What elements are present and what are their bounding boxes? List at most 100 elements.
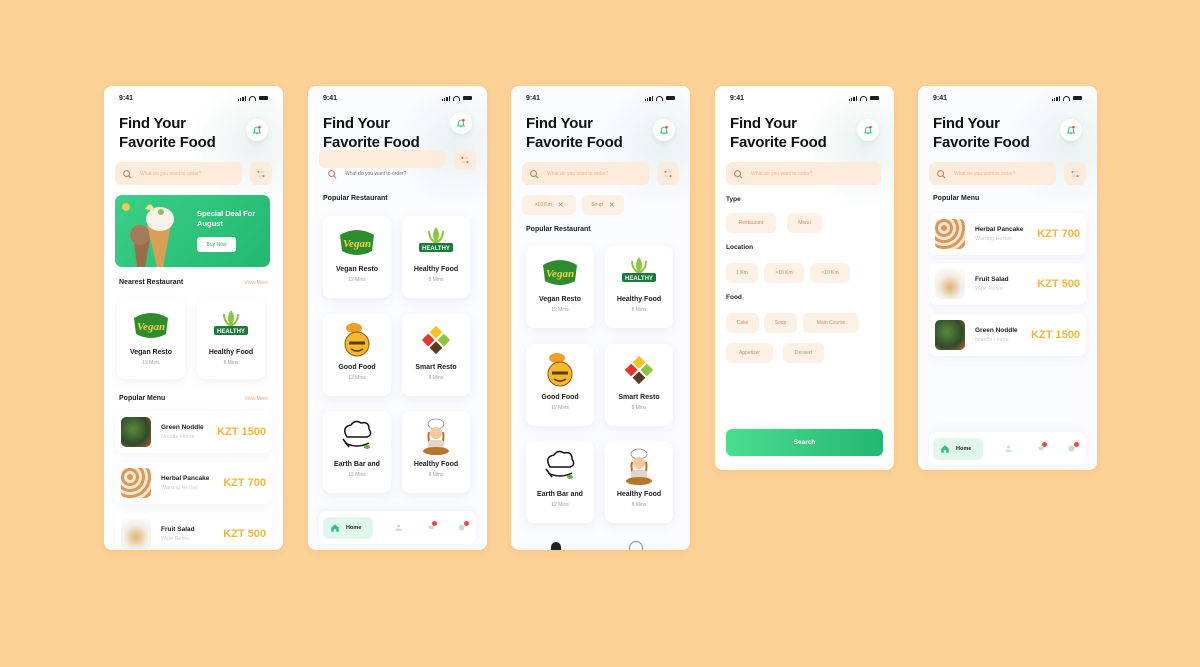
- menu-item[interactable]: Fruit Salad Wijie Resto KZT 500: [929, 263, 1086, 305]
- section-title: Popular Restaurant: [526, 226, 591, 233]
- restaurant-card[interactable]: Smart Resto 8 Mins: [605, 344, 673, 426]
- active-filter-chip[interactable]: >10 Km ✕: [522, 195, 576, 215]
- nav-cart[interactable]: [424, 520, 438, 534]
- view-more-link[interactable]: View More: [244, 280, 268, 286]
- status-bar: 9:41: [933, 93, 1082, 103]
- restaurant-card[interactable]: Vegan Vegan Resto 12 Mins: [117, 299, 185, 379]
- location-label: Location: [726, 244, 754, 251]
- system-icons: [644, 95, 675, 101]
- search-bar[interactable]: [929, 162, 1056, 185]
- restaurant-card[interactable]: Healthy Food 8 Mins: [402, 411, 470, 493]
- nav-profile[interactable]: [1003, 443, 1015, 455]
- fruit-salad-image: [121, 519, 151, 549]
- page-title: Find Your Favorite Food: [933, 114, 1030, 152]
- signal-icon: [237, 95, 246, 101]
- section-title: Popular Menu: [119, 395, 166, 402]
- filter-option-chip[interactable]: Appetizer: [726, 343, 773, 363]
- chip-label: Menu: [798, 220, 811, 226]
- menu-item[interactable]: Fruit Salad Wijie Resto KZT 500: [115, 513, 272, 550]
- svg-text:HEALTHY: HEALTHY: [217, 329, 245, 335]
- filter-button[interactable]: [657, 162, 679, 185]
- chat-badge: [463, 520, 469, 526]
- title-line-1: Find Your: [119, 115, 186, 132]
- promo-banner[interactable]: Special Deal For August Buy Now: [115, 195, 270, 267]
- status-time: 9:41: [730, 94, 745, 102]
- partial-card-row: [629, 541, 643, 550]
- search-input[interactable]: [954, 170, 1044, 177]
- nav-chat[interactable]: [456, 520, 469, 534]
- nav-home[interactable]: Home: [933, 437, 983, 460]
- search-bar[interactable]: [726, 162, 881, 185]
- search-bar[interactable]: [115, 162, 242, 185]
- menu-item-price: KZT 1500: [217, 426, 266, 438]
- restaurant-card[interactable]: Good Food 12 Mins: [323, 314, 391, 396]
- profile-icon: [1004, 444, 1013, 453]
- delivery-time: 12 Mins: [551, 405, 569, 411]
- notification-button[interactable]: [653, 119, 675, 141]
- nav-home[interactable]: Home: [323, 516, 373, 539]
- delivery-time: 12 Mins: [551, 502, 569, 508]
- search-row[interactable]: [327, 169, 445, 179]
- filter-option-chip[interactable]: <10 Km: [810, 263, 850, 283]
- restaurant-card[interactable]: Healthy Food 8 Mins: [605, 441, 673, 523]
- active-filter-chip[interactable]: Soup ✕: [582, 195, 624, 215]
- menu-item-place: Warung Herbal: [975, 236, 1012, 242]
- svg-text:Vegan: Vegan: [343, 238, 371, 250]
- system-icons: [441, 95, 472, 101]
- filter-option-chip[interactable]: Main Course: [803, 313, 859, 333]
- search-input[interactable]: [140, 170, 230, 177]
- notification-button[interactable]: [1060, 119, 1082, 141]
- filter-option-chip[interactable]: Restaurant: [726, 213, 776, 233]
- restaurant-card[interactable]: Smart Resto 8 Mins: [402, 314, 470, 396]
- search-input[interactable]: [751, 170, 841, 177]
- restaurant-card[interactable]: Good Food 12 Mins: [526, 344, 594, 426]
- filter-option-chip[interactable]: >10 Km: [764, 263, 804, 283]
- menu-item[interactable]: Green Noddle Noodle Home KZT 1500: [929, 314, 1086, 356]
- search-icon: [327, 169, 337, 179]
- filter-option-chip[interactable]: Soup: [764, 313, 797, 333]
- menu-item[interactable]: Green Noddle Noodle Home KZT 1500: [115, 411, 272, 453]
- bottom-nav: Home: [929, 432, 1086, 465]
- restaurant-card[interactable]: Earth Bar and 12 Mins: [526, 441, 594, 523]
- search-button[interactable]: Search: [726, 429, 883, 456]
- restaurant-card[interactable]: HEALTHY Healthy Food 8 Mins: [605, 246, 673, 328]
- restaurant-card[interactable]: HEALTHY Healthy Food 8 Mins: [402, 216, 470, 298]
- vegan-logo-icon: Vegan: [538, 254, 582, 290]
- remove-chip-icon[interactable]: ✕: [609, 201, 615, 209]
- nav-chat[interactable]: [1066, 441, 1079, 455]
- filter-button[interactable]: [1064, 162, 1086, 185]
- menu-item[interactable]: Herbal Pancake Warung Herbal KZT 700: [929, 213, 1086, 255]
- view-more-link[interactable]: View More: [244, 396, 268, 402]
- notification-button[interactable]: [246, 119, 268, 141]
- search-bar[interactable]: [522, 162, 649, 185]
- filter-button[interactable]: [454, 150, 476, 170]
- search-input[interactable]: [547, 170, 637, 177]
- battery-icon: [463, 95, 472, 101]
- restaurant-card[interactable]: Vegan Vegan Resto 12 Mins: [323, 216, 391, 298]
- nav-cart[interactable]: [1034, 441, 1048, 455]
- restaurant-card[interactable]: Vegan Vegan Resto 12 Mins: [526, 246, 594, 328]
- buy-now-button[interactable]: Buy Now: [197, 237, 236, 252]
- nav-profile[interactable]: [393, 522, 405, 534]
- remove-chip-icon[interactable]: ✕: [558, 201, 564, 209]
- filter-option-chip[interactable]: Cake: [726, 313, 759, 333]
- chip-label: Restaurant: [738, 220, 764, 226]
- filter-option-chip[interactable]: 1 Km: [726, 263, 758, 283]
- filter-button[interactable]: [250, 162, 272, 185]
- menu-item-place: Noodle Home: [975, 337, 1009, 343]
- restaurant-card[interactable]: HEALTHY Healthy Food 8 Mins: [197, 299, 265, 379]
- delivery-time: 12 Mins: [348, 472, 366, 478]
- search-bar[interactable]: [319, 150, 445, 168]
- notification-button[interactable]: [857, 119, 879, 141]
- menu-item[interactable]: Herbal Pancake Warung Herbal KZT 700: [115, 462, 272, 504]
- section-title: Popular Restaurant: [323, 195, 388, 202]
- restaurant-card[interactable]: Earth Bar and 12 Mins: [323, 411, 391, 493]
- filter-option-chip[interactable]: Dessert: [783, 343, 824, 363]
- search-input[interactable]: [345, 171, 445, 177]
- type-label: Type: [726, 196, 741, 203]
- battery-icon: [666, 95, 675, 101]
- signal-icon: [848, 95, 857, 101]
- filter-option-chip[interactable]: Menu: [787, 213, 822, 233]
- notification-button[interactable]: [450, 112, 472, 134]
- restaurant-name: Earth Bar and: [537, 491, 583, 498]
